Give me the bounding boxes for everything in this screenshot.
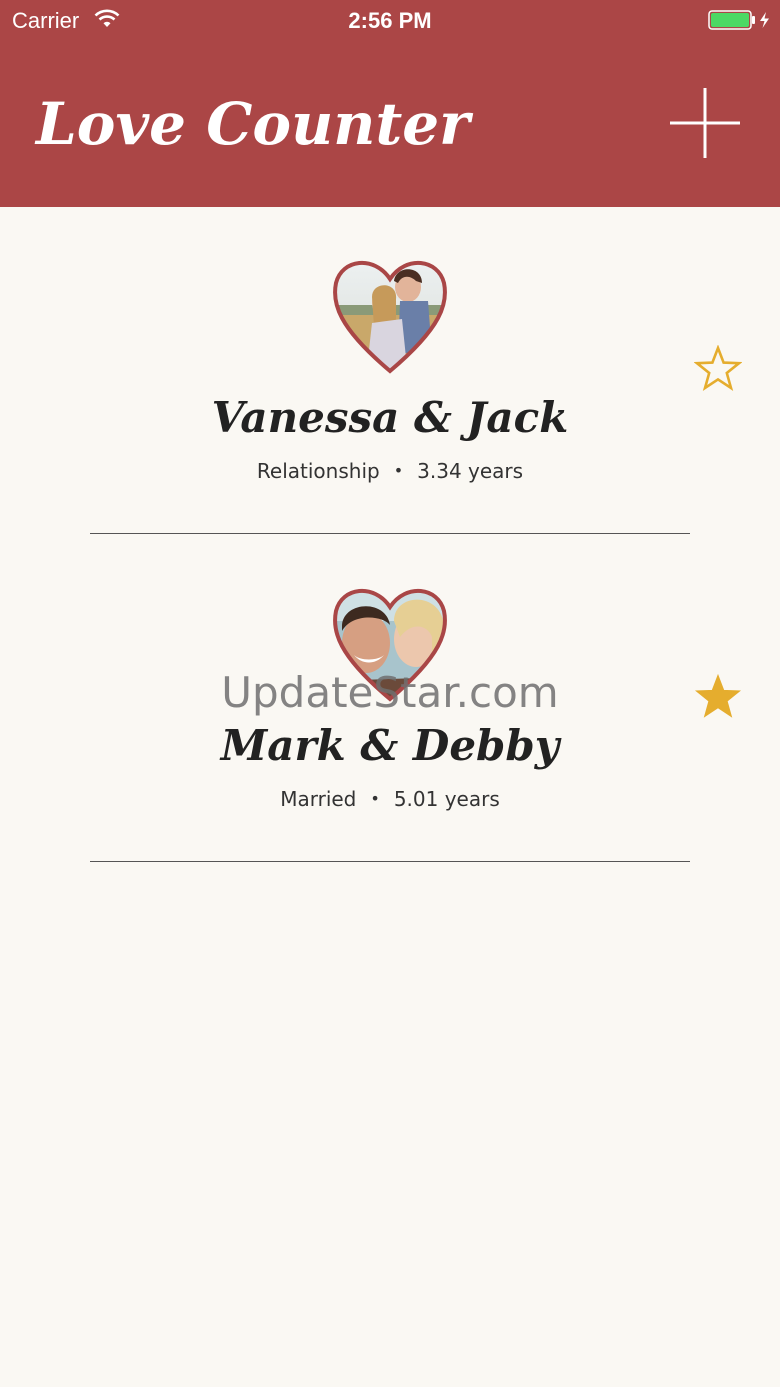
relationship-duration: 3.34 years xyxy=(417,459,524,483)
star-outline-icon[interactable] xyxy=(694,345,742,393)
battery-charging-icon xyxy=(708,10,769,30)
row-divider xyxy=(90,533,690,534)
app-title: Love Counter xyxy=(36,90,470,158)
couple-meta: Relationship • 3.34 years xyxy=(0,459,780,483)
relationship-duration: 5.01 years xyxy=(393,787,500,811)
star-filled-icon[interactable] xyxy=(694,673,742,721)
couple-names: Vanessa & Jack xyxy=(211,393,569,442)
couple-meta: Married • 5.01 years xyxy=(0,787,780,811)
clock: 2:56 PM xyxy=(348,8,432,33)
row-divider xyxy=(90,861,690,862)
status-bar: Carrier 2:56 PM xyxy=(0,0,780,40)
heart-photo xyxy=(333,261,447,374)
relationship-status: Married xyxy=(280,787,357,811)
couple-names: Mark & Debby xyxy=(220,721,560,770)
heart-photo xyxy=(333,589,447,702)
relationship-status: Relationship xyxy=(256,459,380,483)
couple-row[interactable]: Mark & Debby Married • 5.01 years xyxy=(0,535,780,863)
couple-row[interactable]: Vanessa & Jack Relationship • 3.34 years xyxy=(0,207,780,535)
plus-icon[interactable] xyxy=(668,86,742,160)
couples-list: Vanessa & Jack Relationship • 3.34 years xyxy=(0,207,780,863)
separator-dot: • xyxy=(393,461,404,480)
navigation-bar: Love Counter xyxy=(0,40,780,207)
separator-dot: • xyxy=(370,789,380,808)
